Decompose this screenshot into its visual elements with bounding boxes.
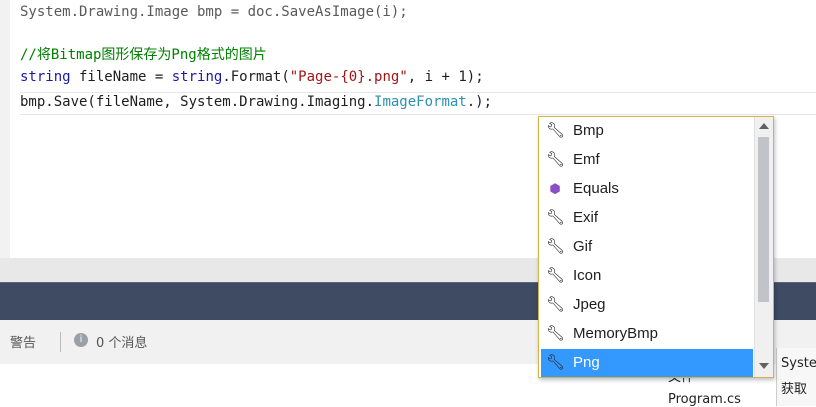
code-text: fileName =	[70, 69, 172, 85]
code-text: , i + 1);	[407, 69, 484, 85]
info-icon: i	[74, 333, 88, 347]
scroll-down-icon[interactable]	[759, 363, 769, 369]
wrench-icon: 🔧︎	[546, 238, 566, 255]
completion-label: Gif	[573, 238, 593, 255]
type-name: ImageFormat	[374, 94, 467, 110]
completion-label: Bmp	[573, 122, 604, 139]
completion-label: Icon	[573, 267, 602, 284]
completion-item-exif[interactable]: 🔧︎ Exif	[541, 204, 753, 232]
quick-info-line2: 获取	[781, 382, 808, 397]
quick-info-line1: Syste	[781, 356, 816, 371]
string-literal: "Page-{0}.png"	[289, 69, 408, 85]
code-text: .Format(	[222, 69, 290, 85]
completion-item-bmp[interactable]: 🔧︎ Bmp	[541, 117, 753, 145]
toolbar-separator	[60, 332, 61, 352]
warnings-filter[interactable]: 警告	[10, 332, 36, 351]
file-cell: Program.cs	[668, 392, 741, 407]
completion-label: Equals	[573, 180, 619, 197]
quick-info-panel: Syste 获取	[776, 348, 816, 406]
method-icon: ⬢	[549, 181, 561, 196]
keyword-string: string	[20, 69, 71, 85]
code-line-partial: System.Drawing.Image bmp = doc.SaveAsIma…	[20, 4, 408, 20]
code-line-filename: string fileName = string.Format("Page-{0…	[20, 67, 484, 88]
wrench-icon: 🔧︎	[546, 267, 566, 284]
wrench-icon: 🔧︎	[546, 354, 566, 371]
code-text: bmp.Save(fileName, System.Drawing.Imagin…	[20, 94, 375, 110]
scroll-thumb[interactable]	[758, 137, 769, 302]
completion-item-jpeg[interactable]: 🔧︎ Jpeg	[541, 291, 753, 319]
completion-label: Exif	[573, 209, 599, 226]
wrench-icon: 🔧︎	[546, 209, 566, 226]
intellisense-popup[interactable]: 🔧︎ Bmp 🔧︎ Emf ⬢ Equals 🔧︎ Exif 🔧︎ Gif 🔧︎…	[538, 116, 774, 378]
wrench-icon: 🔧︎	[546, 122, 566, 139]
wrench-icon: 🔧︎	[546, 296, 566, 313]
completion-label: Emf	[573, 151, 600, 168]
completion-item-emf[interactable]: 🔧︎ Emf	[541, 146, 753, 174]
completion-item-memorybmp[interactable]: 🔧︎ MemoryBmp	[541, 320, 753, 348]
code-line-save: bmp.Save(fileName, System.Drawing.Imagin…	[20, 92, 492, 113]
code-text: .);	[466, 94, 493, 110]
code-comment: //将Bitmap图形保存为Png格式的图片	[20, 47, 267, 63]
keyword-string: string	[171, 69, 223, 85]
scroll-up-icon[interactable]	[759, 123, 769, 129]
completion-label: MemoryBmp	[573, 325, 659, 342]
completion-item-png[interactable]: 🔧︎ Png	[541, 349, 753, 377]
completion-item-gif[interactable]: 🔧︎ Gif	[541, 233, 753, 261]
completion-item-equals[interactable]: ⬢ Equals	[541, 175, 753, 203]
wrench-icon: 🔧︎	[546, 325, 566, 342]
completion-label: Jpeg	[573, 296, 606, 313]
completion-item-icon[interactable]: 🔧︎ Icon	[541, 262, 753, 290]
wrench-icon: 🔧︎	[546, 151, 566, 168]
messages-filter[interactable]: 0 个消息	[96, 332, 147, 351]
popup-scrollbar[interactable]	[754, 117, 773, 377]
completion-label: Png	[573, 354, 600, 371]
